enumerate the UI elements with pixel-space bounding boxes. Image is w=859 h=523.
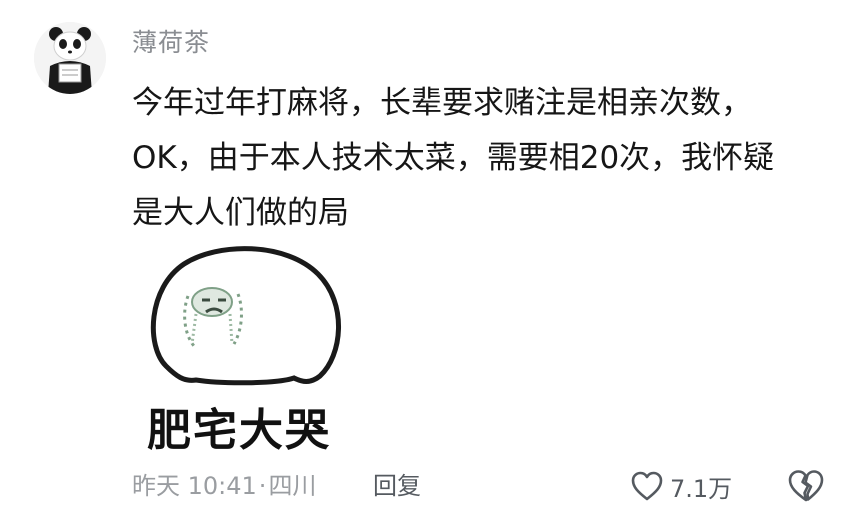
comment-body: 今年过年打麻将，长辈要求赌注是相亲次数， OK，由于本人技术太菜，需要相20次，… — [132, 76, 832, 241]
comment-line: 今年过年打麻将，长辈要求赌注是相亲次数， — [132, 85, 752, 121]
user-avatar[interactable] — [34, 22, 106, 94]
panda-avatar-icon — [34, 22, 106, 94]
reply-button[interactable]: 回复 — [373, 468, 421, 504]
comment-location: 四川 — [268, 472, 317, 500]
meta-separator: · — [258, 472, 267, 500]
crying-blob-sticker[interactable]: 肥宅大哭 — [126, 234, 352, 460]
like-count: 7.1万 — [670, 474, 733, 503]
sticker-caption: 肥宅大哭 — [147, 405, 331, 456]
heart-outline-icon — [631, 471, 663, 501]
comment-line: 是大人们做的局 — [132, 195, 349, 231]
broken-heart-icon — [788, 470, 824, 502]
comment-meta: 昨天 10:41·四川 — [132, 468, 316, 504]
dislike-button[interactable] — [786, 468, 826, 506]
like-button[interactable]: 7.1万 — [630, 467, 732, 505]
comment-username[interactable]: 薄荷茶 — [132, 26, 210, 60]
comment-time: 昨天 10:41 — [132, 472, 257, 500]
comment-line: OK，由于本人技术太菜，需要相20次，我怀疑 — [132, 140, 775, 176]
